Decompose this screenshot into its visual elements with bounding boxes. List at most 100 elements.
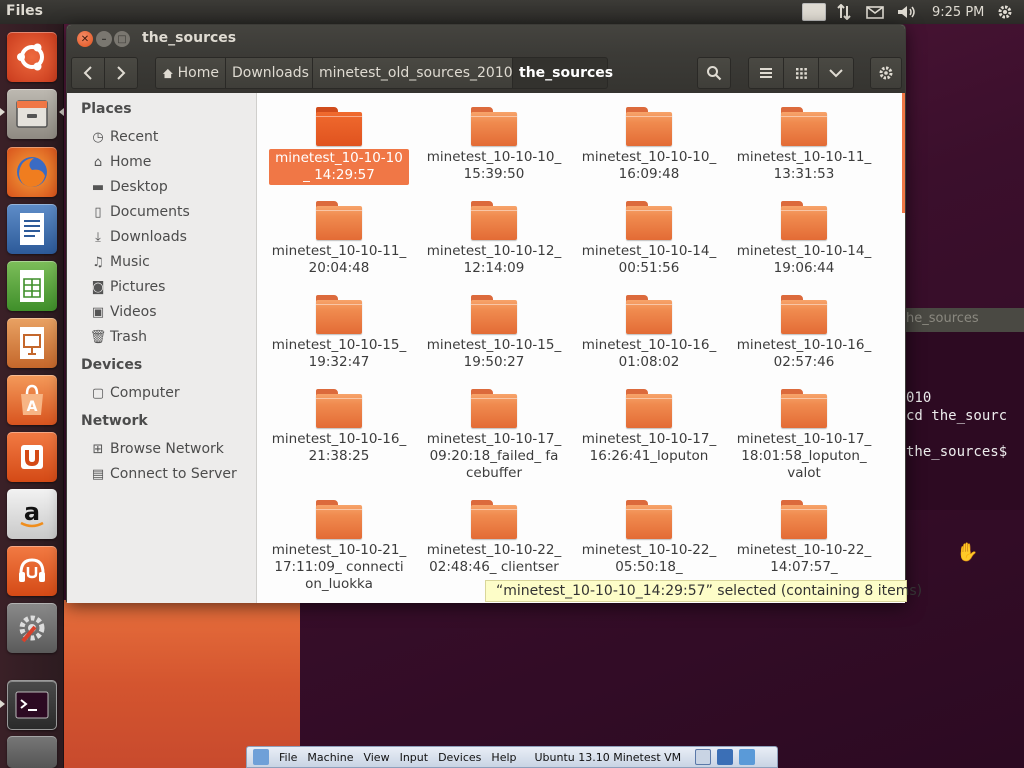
grid-view-button[interactable]: [783, 57, 819, 89]
libreoffice-impress-icon[interactable]: [7, 318, 57, 368]
focus-indicator: [59, 108, 64, 116]
sidebar-item-trash[interactable]: 🗑 Trash: [89, 326, 249, 348]
volume-icon[interactable]: [896, 3, 918, 21]
keyboard-layout-indicator[interactable]: En: [802, 3, 827, 21]
clock[interactable]: 9:25 PM: [932, 3, 984, 21]
ubuntu-dash-icon[interactable]: [7, 32, 57, 82]
ubuntu-one-icon[interactable]: [7, 432, 57, 482]
sidebar-item-label: Videos: [110, 304, 157, 320]
software-center-icon[interactable]: A: [7, 375, 57, 425]
breadcrumb-the-sources[interactable]: the_sources: [512, 57, 613, 89]
folder-icon: [316, 107, 362, 147]
folder-icon: [471, 389, 517, 429]
maximize-icon[interactable]: □: [114, 31, 130, 47]
files-icon[interactable]: [7, 89, 57, 139]
running-indicator: [0, 108, 5, 116]
sidebar-item-label: Recent: [110, 129, 159, 145]
network-icon[interactable]: [834, 3, 854, 21]
breadcrumb-home[interactable]: Home: [155, 57, 225, 89]
breadcrumb-minetest-old-sources[interactable]: minetest_old_sources_2010: [312, 57, 513, 89]
settings-button[interactable]: [870, 57, 902, 89]
menu-view[interactable]: View: [363, 751, 389, 764]
sidebar-item-downloads[interactable]: ⤓ Downloads: [89, 226, 249, 248]
folder-icon: [626, 201, 672, 241]
window-titlebar[interactable]: ✕ – □ the_sources: [67, 25, 905, 53]
close-icon[interactable]: [739, 749, 756, 765]
sidebar-item-home[interactable]: ⌂ Home: [89, 151, 249, 173]
sidebar-item-label: Downloads: [110, 229, 187, 245]
back-button[interactable]: [71, 57, 105, 89]
sidebar-item-computer[interactable]: ▢ Computer: [89, 382, 249, 404]
toolbar: Home Downloads minetest_old_sources_2010…: [67, 53, 905, 93]
computer-icon: ▢: [91, 385, 105, 401]
folder-name: minetest_10-10-10_ 14:29:57: [269, 149, 409, 185]
folder-name: minetest_10-10-17_ 18:01:58_loputon_ val…: [736, 431, 872, 481]
mail-icon[interactable]: [864, 3, 886, 21]
libreoffice-writer-icon[interactable]: [7, 204, 57, 254]
minimize-icon[interactable]: –: [96, 31, 112, 47]
terminal-window[interactable]: he_sources 010 cd the_sourc the_sources$: [906, 308, 1024, 510]
menu-devices[interactable]: Devices: [438, 751, 481, 764]
folder-icon: [781, 389, 827, 429]
folder-name: minetest_10-10-12_ 12:14:09: [426, 243, 562, 276]
firefox-icon[interactable]: [7, 147, 57, 197]
restore-icon[interactable]: [717, 749, 734, 765]
devices-heading: Devices: [81, 357, 143, 373]
trash-icon[interactable]: [7, 736, 57, 768]
menu-input[interactable]: Input: [400, 751, 428, 764]
folder-name: minetest_10-10-16_ 01:08:02: [581, 337, 717, 370]
folder-icon: [316, 389, 362, 429]
svg-text:A: A: [27, 399, 38, 415]
menu-file[interactable]: File: [279, 751, 297, 764]
folder-icon: [626, 389, 672, 429]
sidebar-item-browse-network[interactable]: ⊞ Browse Network: [89, 438, 249, 460]
view-options-button[interactable]: [818, 57, 854, 89]
list-icon: [760, 68, 772, 78]
list-view-button[interactable]: [748, 57, 784, 89]
files-window: ✕ – □ the_sources Home Downloads minetes…: [66, 24, 922, 603]
sidebar-item-pictures[interactable]: ◙ Pictures: [89, 276, 249, 298]
sidebar-item-connect-to-server[interactable]: ▤ Connect to Server: [89, 463, 249, 485]
folder-name: minetest_10-10-15_ 19:50:27: [426, 337, 562, 370]
running-indicator: [0, 700, 5, 708]
system-settings-icon[interactable]: [7, 603, 57, 653]
menu-help[interactable]: Help: [491, 751, 516, 764]
server-icon: ▤: [91, 466, 105, 482]
scrollbar[interactable]: [902, 93, 905, 213]
folder-name: minetest_10-10-21_ 17:11:09_ connection_…: [271, 542, 407, 592]
folder-name: minetest_10-10-17_ 09:20:18_failed_ face…: [426, 431, 562, 481]
close-icon[interactable]: ✕: [77, 31, 93, 47]
breadcrumb-downloads[interactable]: Downloads: [225, 57, 312, 89]
folder-icon: [626, 500, 672, 540]
sidebar-item-recent[interactable]: ◷ Recent: [89, 126, 249, 148]
folder-name: minetest_10-10-16_ 21:38:25: [271, 431, 407, 464]
breadcrumb-label: the_sources: [519, 65, 614, 81]
folder-name: minetest_10-10-16_ 02:57:46: [736, 337, 872, 370]
forward-button[interactable]: [104, 57, 138, 89]
file-grid[interactable]: minetest_10-10-10_ 14:29:57 minetest_10-…: [257, 93, 905, 603]
sidebar-item-desktop[interactable]: ▬ Desktop: [89, 176, 249, 198]
top-panel: Files En 9:25 PM: [0, 0, 1024, 24]
grid-icon: [795, 67, 807, 79]
sidebar-item-videos[interactable]: ▣ Videos: [89, 301, 249, 323]
window-title: the_sources: [142, 30, 237, 46]
folder-icon: [316, 500, 362, 540]
folder-name: minetest_10-10-10_ 15:39:50: [426, 149, 562, 182]
minimize-icon[interactable]: [695, 749, 712, 765]
selection-status: “minetest_10-10-10_14:29:57” selected (c…: [485, 580, 922, 602]
search-button[interactable]: [697, 57, 731, 89]
sidebar-item-music[interactable]: ♫ Music: [89, 251, 249, 273]
document-icon: ▯: [94, 204, 102, 220]
amazon-icon[interactable]: a: [7, 489, 57, 539]
libreoffice-calc-icon[interactable]: [7, 261, 57, 311]
settings-gear-icon[interactable]: [994, 3, 1016, 21]
pin-icon[interactable]: [253, 749, 269, 765]
sidebar: Places ◷ Recent ⌂ Home ▬ Desktop ▯ Documents…: [67, 93, 257, 603]
app-menu-title[interactable]: Files: [6, 3, 43, 19]
ubuntu-one-music-icon[interactable]: [7, 546, 57, 596]
menu-machine[interactable]: Machine: [307, 751, 353, 764]
terminal-icon[interactable]: [7, 680, 57, 730]
sidebar-item-documents[interactable]: ▯ Documents: [89, 201, 249, 223]
folder-icon: [781, 201, 827, 241]
network-heading: Network: [81, 413, 148, 429]
